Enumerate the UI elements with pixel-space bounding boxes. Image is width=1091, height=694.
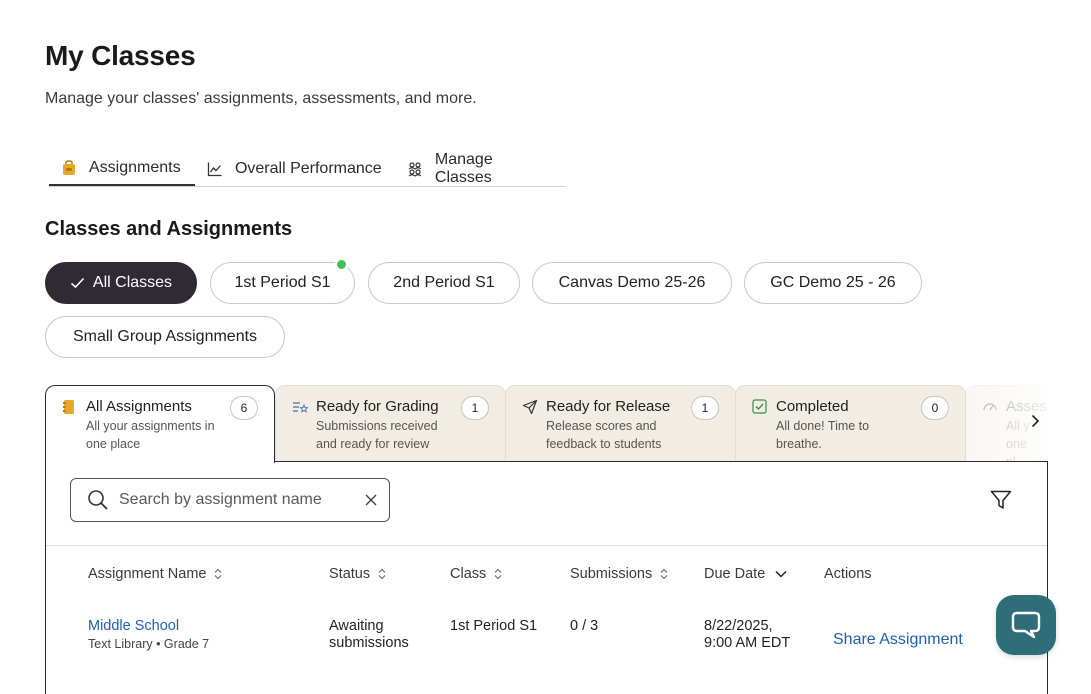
clear-search-button[interactable]	[365, 494, 377, 506]
chip-label: GC Demo 25 - 26	[770, 274, 896, 291]
table-row-name-cell: Middle School Text Library • Grade 7	[88, 618, 209, 653]
tab-manage-classes[interactable]: Manage Classes	[395, 151, 566, 186]
chevron-right-icon	[1030, 414, 1040, 428]
search-input[interactable]	[119, 491, 365, 509]
check-square-icon	[752, 399, 768, 415]
header-label: Status	[329, 566, 371, 582]
backpack-icon	[61, 160, 77, 176]
tab-ready-for-grading[interactable]: Ready for Grading Submissions received a…	[275, 385, 506, 462]
chevron-down-icon	[775, 570, 787, 578]
count-badge: 1	[461, 396, 489, 420]
tab-manage-classes-label: Manage Classes	[434, 151, 493, 186]
chip-all-classes[interactable]: All Classes	[45, 262, 197, 304]
notebook-icon	[62, 399, 78, 415]
search-box	[70, 478, 390, 522]
section-title: Classes and Assignments	[45, 218, 293, 240]
tab-description-line2: feedback to students	[546, 437, 662, 451]
header-submissions[interactable]: Submissions	[570, 566, 668, 582]
send-icon	[522, 399, 538, 415]
chip-label: Canvas Demo 25-26	[558, 274, 706, 291]
chip-2nd-period-s1[interactable]: 2nd Period S1	[368, 262, 520, 304]
table-row-due-cell: 8/22/2025, 9:00 AM EDT	[704, 618, 790, 652]
tab-all-assignments[interactable]: All Assignments All your assignments in …	[45, 385, 275, 463]
status-tabs: All Assignments All your assignments in …	[45, 385, 1048, 469]
chip-label: All Classes	[92, 274, 173, 291]
filter-button[interactable]	[989, 488, 1013, 512]
header-label: Actions	[824, 566, 872, 582]
sort-icon	[494, 568, 502, 580]
chip-gc-demo[interactable]: GC Demo 25 - 26	[744, 262, 922, 304]
count-badge: 6	[230, 396, 258, 420]
close-icon	[365, 494, 377, 506]
gauge-icon	[982, 399, 998, 415]
page-title: My Classes	[45, 40, 196, 71]
chip-1st-period-s1[interactable]: 1st Period S1	[210, 258, 355, 304]
page-subtitle: Manage your classes' assignments, assess…	[45, 90, 477, 107]
header-label: Submissions	[570, 566, 653, 582]
table-row-class-cell: 1st Period S1	[450, 618, 538, 634]
table-row-status-cell: Awaiting submissions	[329, 618, 409, 652]
people-group-icon	[407, 161, 423, 177]
count-badge: 1	[691, 396, 719, 420]
header-assignment-name[interactable]: Assignment Name	[88, 566, 222, 582]
chip-label: 1st Period S1	[234, 274, 331, 291]
scroll-right-button[interactable]	[1026, 412, 1044, 430]
tab-completed[interactable]: Completed All done! Time to breathe. 0	[735, 385, 966, 462]
table-row-submissions-cell: 0 / 3	[570, 618, 599, 634]
chip-canvas-demo[interactable]: Canvas Demo 25-26	[532, 262, 732, 304]
header-label: Due Date	[704, 566, 766, 582]
share-assignment-button[interactable]: Share Assignment	[833, 631, 963, 649]
sort-icon	[660, 568, 668, 580]
status-line2: submissions	[329, 635, 409, 651]
tab-description-line1: Release scores and	[546, 419, 657, 433]
line-chart-icon	[207, 161, 223, 177]
header-label: Assignment Name	[88, 566, 207, 582]
status-line1: Awaiting	[329, 618, 384, 634]
sort-icon	[378, 568, 386, 580]
tab-assignments-label: Assignments	[89, 159, 181, 176]
due-line1: 8/22/2025,	[704, 618, 773, 634]
chip-label: Small Group Assignments	[72, 328, 258, 345]
notification-dot	[335, 258, 348, 271]
assignment-link[interactable]: Middle School	[88, 618, 209, 635]
chat-bubble-icon	[1011, 611, 1041, 639]
header-actions: Actions	[824, 566, 872, 582]
tab-description-line1: Submissions received	[316, 419, 438, 433]
assignments-panel: Assignment Name Status Class Submissions…	[45, 461, 1048, 694]
tab-overall-performance[interactable]: Overall Performance	[195, 152, 395, 186]
tab-description-line2: one place	[86, 437, 141, 451]
main-tabs: Assignments Overall Performance Manage C…	[49, 151, 566, 187]
tab-ready-for-release[interactable]: Ready for Release Release scores and fee…	[505, 385, 736, 462]
header-status[interactable]: Status	[329, 566, 386, 582]
checkmark-icon	[70, 277, 85, 289]
count-badge: 0	[921, 396, 949, 420]
chat-support-button[interactable]	[996, 595, 1056, 655]
tab-assignments[interactable]: Assignments	[49, 152, 195, 186]
header-label: Class	[450, 566, 487, 582]
divider	[46, 545, 1047, 546]
header-due-date[interactable]: Due Date	[704, 566, 787, 582]
chip-small-group-assignments[interactable]: Small Group Assignments	[45, 316, 285, 358]
tab-overall-performance-label: Overall Performance	[234, 160, 382, 177]
sort-icon	[214, 568, 222, 580]
tab-description-line1: All your assignments in	[86, 419, 215, 433]
tab-description-line1: All done! Time to	[776, 419, 870, 433]
due-line2: 9:00 AM EDT	[704, 635, 791, 651]
chip-label: 2nd Period S1	[393, 274, 495, 291]
filter-icon	[990, 490, 1012, 510]
header-class[interactable]: Class	[450, 566, 502, 582]
tab-description-line2: and ready for review	[316, 437, 430, 451]
grading-list-icon	[292, 399, 308, 415]
tab-description-line2: breathe.	[776, 437, 822, 451]
assignment-meta: Text Library • Grade 7	[88, 637, 210, 651]
search-icon	[87, 489, 109, 511]
